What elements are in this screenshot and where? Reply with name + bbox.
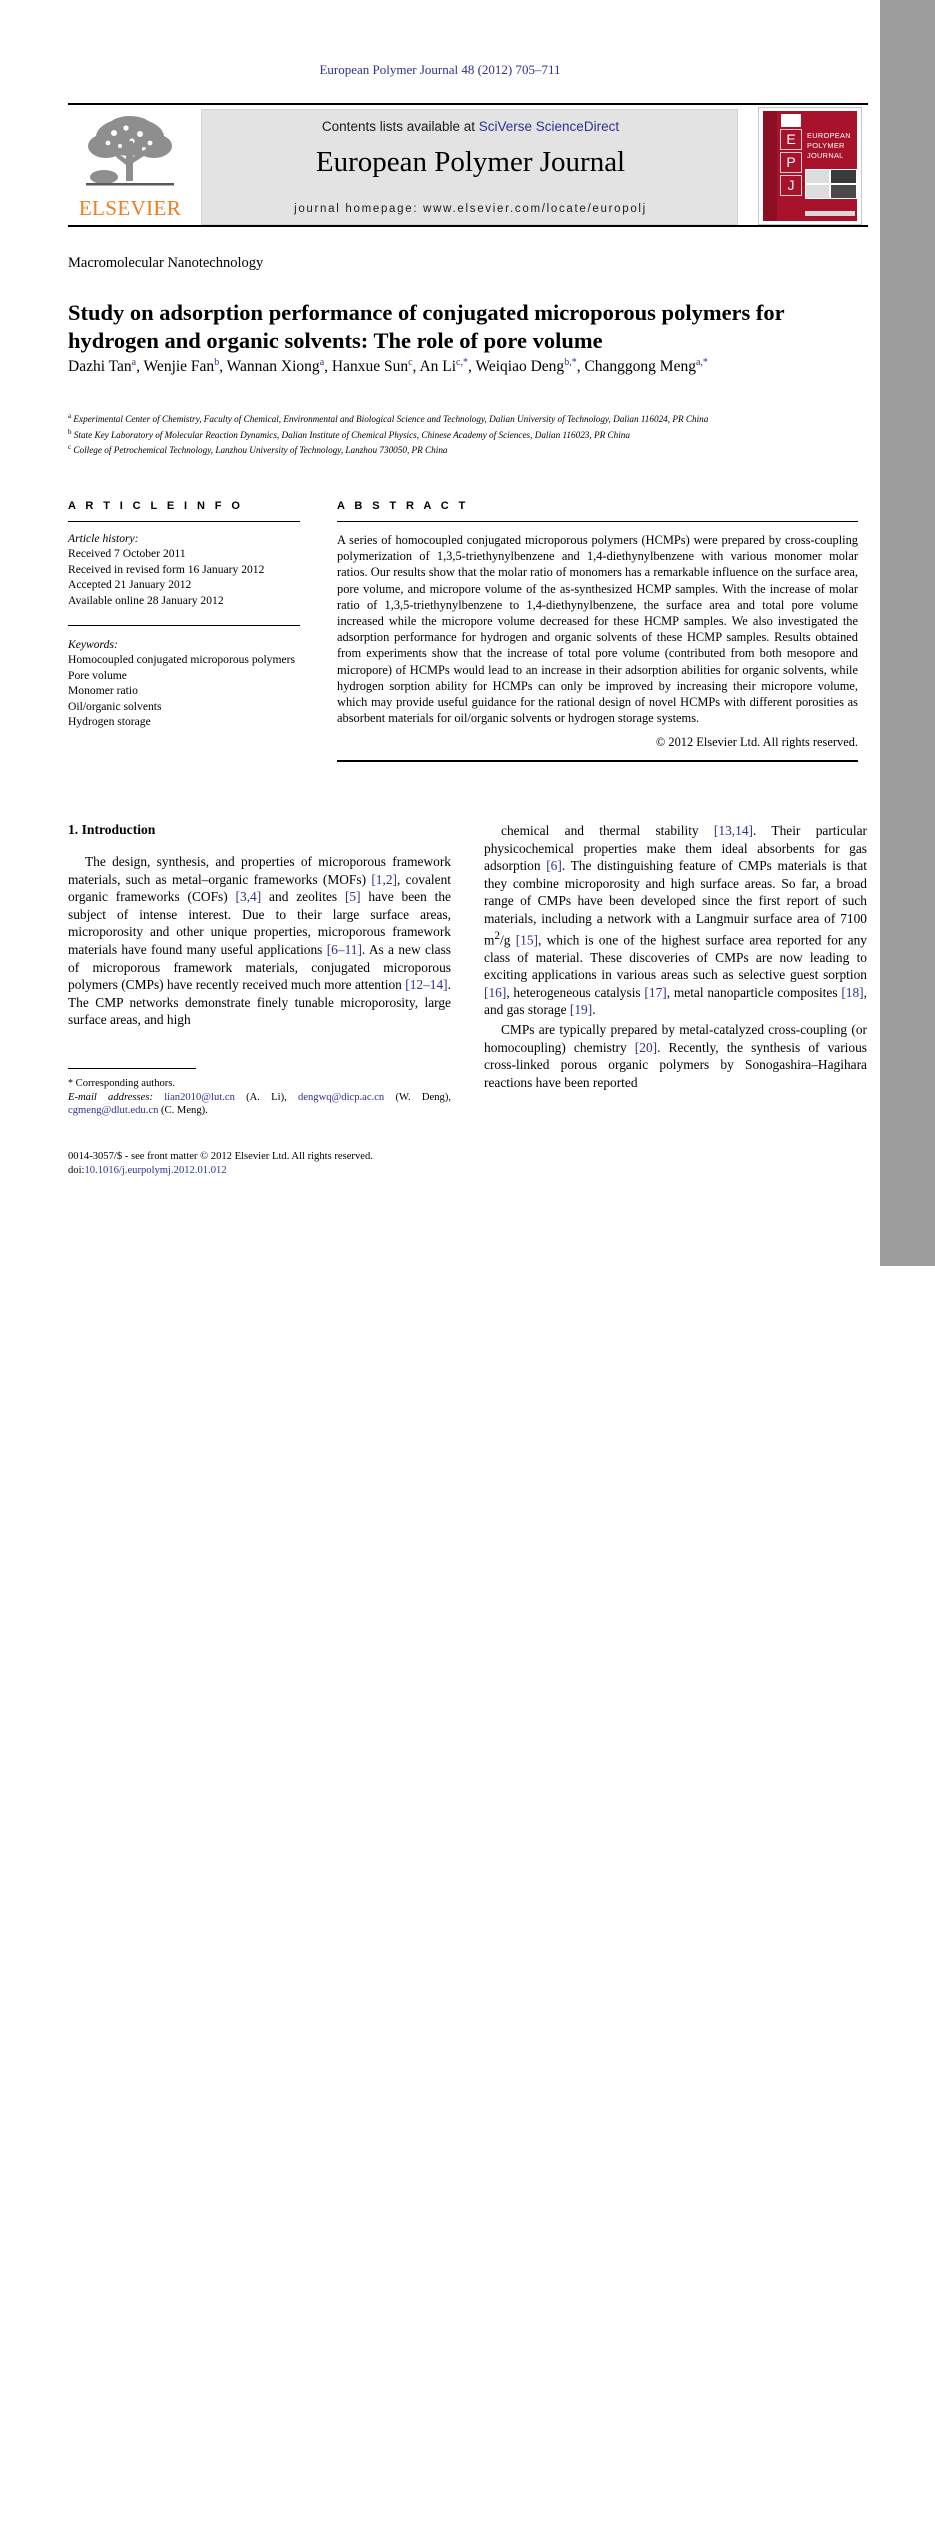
paper-page: European Polymer Journal 48 (2012) 705–7… — [0, 0, 880, 1266]
keyword-item: Hydrogen storage — [68, 715, 151, 729]
doi-line: doi:10.1016/j.eurpolymj.2012.01.012 — [68, 1164, 451, 1178]
issn-line: 0014-3057/$ - see front matter © 2012 El… — [68, 1151, 373, 1162]
keywords-label: Keywords: — [68, 638, 118, 652]
body-column-right: chemical and thermal stability [13,14]. … — [484, 822, 867, 1093]
cover-journal-title: EUROPEAN POLYMER JOURNAL — [807, 131, 855, 161]
abstract-copyright: © 2012 Elsevier Ltd. All rights reserved… — [655, 735, 858, 750]
body-column-left: 1. Introduction The design, synthesis, a… — [68, 822, 451, 1031]
cover-fig-3 — [805, 184, 830, 199]
elsevier-wordmark: ELSEVIER — [78, 196, 182, 220]
journal-homepage-line[interactable]: journal homepage: www.elsevier.com/locat… — [202, 203, 739, 215]
cover-title-line-1: EUROPEAN — [807, 131, 851, 140]
cover-letter-j: J — [780, 175, 802, 196]
side-tab: MACROMOLECULAR NANOTECHNOLOGY — [880, 0, 935, 2117]
keyword-item: Monomer ratio — [68, 684, 138, 698]
corresponding-author-mark: * — [68, 1078, 73, 1089]
history-accepted: Accepted 21 January 2012 — [68, 578, 192, 592]
contents-prefix: Contents lists available at — [321, 119, 479, 134]
masthead-top-rule — [68, 103, 868, 105]
keyword-item: Oil/organic solvents — [68, 699, 162, 713]
masthead-bottom-rule — [68, 225, 868, 227]
section-label: Macromolecular Nanotechnology — [68, 255, 264, 271]
doi-link[interactable]: 10.1016/j.eurpolymj.2012.01.012 — [84, 1165, 226, 1176]
footnote-block: * Corresponding authors. E-mail addresse… — [68, 1068, 451, 1118]
cover-letter-p: P — [780, 152, 802, 173]
contents-available-line: Contents lists available at SciVerse Sci… — [202, 119, 739, 134]
elsevier-logo: ELSEVIER — [72, 113, 188, 223]
article-info-rule — [68, 521, 300, 522]
introduction-paragraph: The design, synthesis, and properties of… — [68, 854, 451, 1028]
cover-fig-2 — [830, 169, 857, 184]
history-revised: Received in revised form 16 January 2012 — [68, 562, 265, 576]
doi-prefix: doi: — [68, 1164, 85, 1176]
abstract-rule — [337, 521, 858, 522]
introduction-paragraph: CMPs are typically prepared by metal-cat… — [484, 1022, 867, 1090]
article-history: Article history: Received 7 October 2011… — [68, 531, 300, 608]
cover-epj-letters: E P J — [780, 129, 802, 198]
journal-title: European Polymer Journal — [315, 146, 626, 178]
running-head: European Polymer Journal 48 (2012) 705–7… — [319, 62, 561, 77]
journal-masthead: ELSEVIER Contents lists available at Sci… — [68, 103, 868, 227]
abstract-column: A B S T R A C T A series of homocoupled … — [337, 500, 858, 763]
cover-title-line-3: JOURNAL — [807, 151, 844, 160]
journal-banner: Contents lists available at SciVerse Sci… — [201, 109, 738, 225]
history-received: Received 7 October 2011 — [68, 547, 186, 561]
abstract-bottom-rule — [337, 760, 858, 763]
abstract-heading: A B S T R A C T — [337, 500, 469, 512]
cover-elsevier-mark — [781, 114, 801, 127]
side-tab-label: MACROMOLECULAR NANOTECHNOLOGY — [898, 1753, 916, 2117]
cover-title-line-2: POLYMER — [807, 141, 845, 150]
article-info-heading: A R T I C L E I N F O — [68, 500, 244, 512]
journal-cover-thumbnail: E P J EUROPEAN POLYMER JOURNAL — [758, 107, 862, 225]
keyword-item: Homocoupled conjugated microporous polym… — [68, 653, 295, 667]
cover-figure-grid — [805, 169, 857, 199]
email-addresses-note[interactable]: E-mail addresses: lian2010@lut.cn (A. Li… — [68, 1091, 451, 1118]
cover-artwork: E P J EUROPEAN POLYMER JOURNAL — [763, 111, 857, 221]
cover-footer-bar — [805, 211, 855, 216]
author-list: Dazhi Tana, Wenjie Fanb, Wannan Xionga, … — [68, 357, 708, 376]
corresponding-author-note: * Corresponding authors. — [68, 1077, 451, 1091]
history-online: Available online 28 January 2012 — [68, 593, 224, 607]
imprint-block: 0014-3057/$ - see front matter © 2012 El… — [68, 1150, 451, 1177]
article-info-column: A R T I C L E I N F O Article history: R… — [68, 500, 300, 729]
sciencedirect-link[interactable]: SciVerse ScienceDirect — [479, 119, 619, 134]
affiliation-c: c College of Petrochemical Technology, L… — [68, 443, 448, 456]
cover-letter-e: E — [780, 129, 802, 150]
cover-fig-1 — [805, 169, 830, 184]
article-info-mid-rule — [68, 625, 300, 627]
cover-fig-4 — [830, 184, 857, 199]
affiliation-a: a Experimental Center of Chemistry, Facu… — [68, 412, 709, 425]
affiliation-b: b State Key Laboratory of Molecular Reac… — [68, 427, 630, 440]
footnote-rule — [68, 1068, 196, 1069]
abstract-body: A series of homocoupled conjugated micro… — [337, 533, 858, 726]
article-history-label: Article history: — [68, 532, 139, 545]
affiliation-list: a Experimental Center of Chemistry, Facu… — [68, 410, 858, 457]
introduction-heading: 1. Introduction — [68, 822, 156, 837]
introduction-paragraph: chemical and thermal stability [13,14]. … — [484, 823, 867, 1018]
corresponding-author-text: Corresponding authors. — [75, 1078, 176, 1089]
keywords-block: Keywords: Homocoupled conjugated micropo… — [68, 637, 300, 729]
elsevier-tree-icon — [86, 116, 174, 186]
cover-left-band — [763, 111, 777, 221]
keyword-item: Pore volume — [68, 668, 127, 682]
page-title: Study on adsorption performance of conju… — [68, 300, 785, 354]
